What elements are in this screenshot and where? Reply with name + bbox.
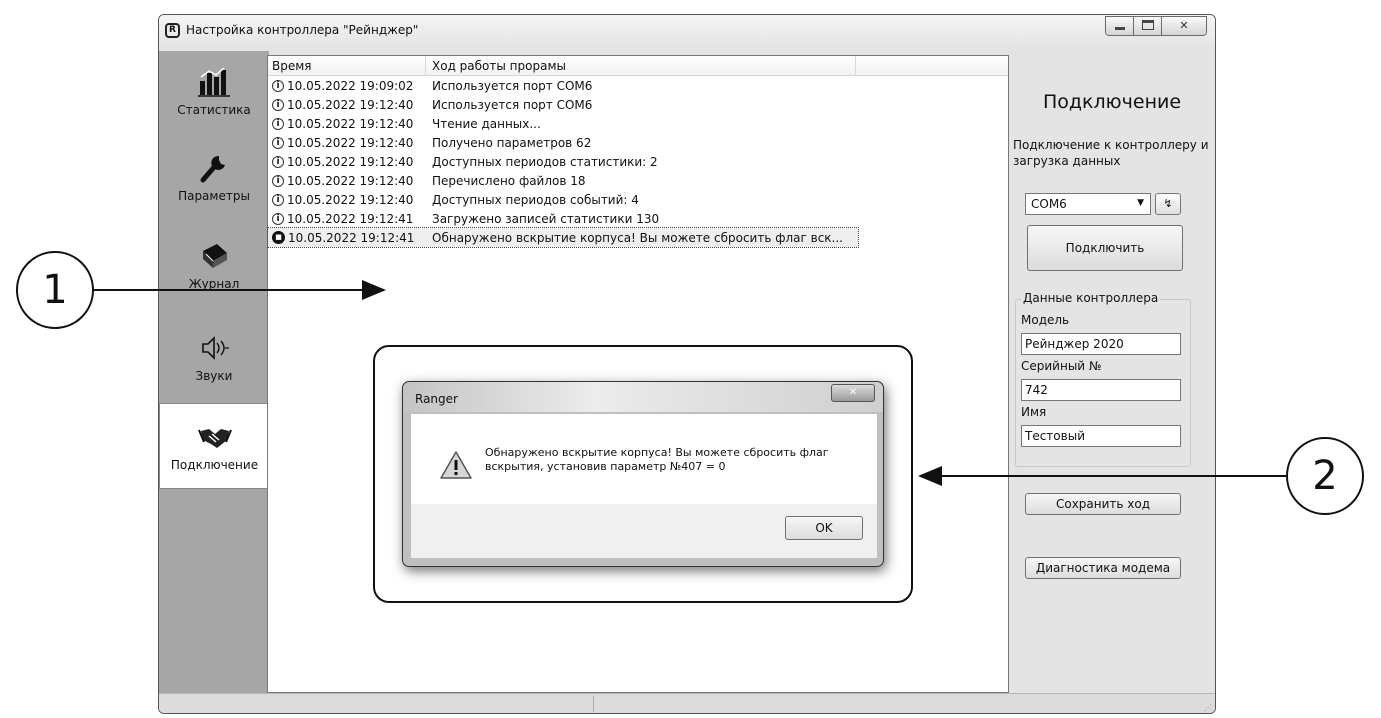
callout-number-1: 1 — [16, 251, 94, 329]
annotation-arrows — [94, 280, 1286, 486]
callout-number-2: 2 — [1286, 437, 1364, 515]
